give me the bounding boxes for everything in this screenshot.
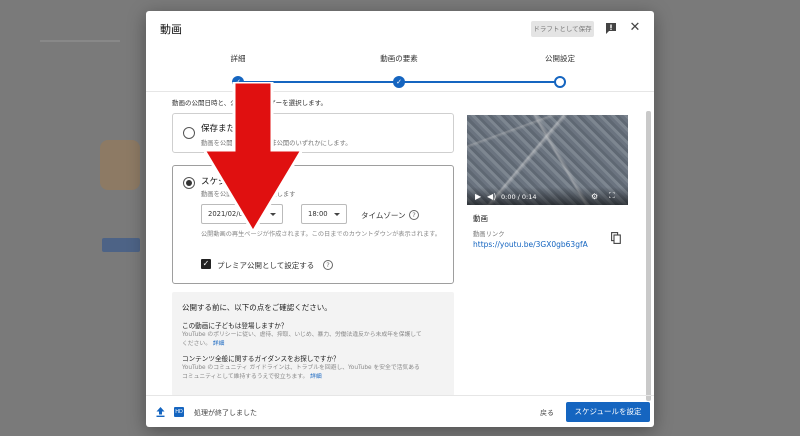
dialog-title: 動画: [160, 23, 182, 36]
timezone-label[interactable]: タイムゾーン: [361, 210, 405, 221]
fullscreen-icon[interactable]: ⛶: [609, 191, 615, 201]
background-divider: [40, 40, 120, 42]
checklist-answer-children: YouTube のポリシーに従い、虐待、搾取、いじめ、暴力、労働法違反から未成年…: [182, 331, 422, 349]
playback-time: 0:00 / 0:14: [501, 193, 537, 201]
timezone-help-icon[interactable]: ?: [409, 210, 419, 220]
premiere-label[interactable]: プレミア公開として設定する: [217, 260, 314, 271]
close-icon[interactable]: ✕: [628, 21, 642, 35]
back-button[interactable]: 戻る: [540, 408, 554, 418]
hd-badge: HD: [174, 407, 184, 417]
guidelines-text: YouTube のコミュニティ ガイドラインは、トラブルを回避し、YouTube…: [182, 365, 420, 380]
save-draft-button[interactable]: ドラフトとして保存: [531, 21, 594, 37]
step-elements-label[interactable]: 動画の要素: [380, 53, 418, 64]
checklist-title: 公開する前に、以下の点をご確認ください。: [182, 303, 332, 312]
dialog-header: 動画 ドラフトとして保存 ✕: [146, 11, 654, 47]
volume-icon[interactable]: ◀): [487, 192, 496, 201]
step-visibility-dot[interactable]: [554, 76, 566, 88]
time-caret-icon: [334, 213, 340, 216]
schedule-button[interactable]: スケジュールを設定: [566, 402, 650, 422]
save-radio[interactable]: [183, 127, 195, 139]
time-dropdown[interactable]: 18:00: [301, 204, 347, 224]
play-icon[interactable]: ▶: [475, 192, 481, 201]
premiere-checkbox[interactable]: ✓: [201, 259, 211, 269]
dialog-footer: HD 処理が終了しました 戻る スケジュールを設定: [146, 395, 654, 427]
video-label: 動画: [473, 214, 488, 223]
background-button: [102, 238, 140, 252]
settings-gear-icon[interactable]: ⚙: [591, 192, 598, 201]
upload-icon: [156, 407, 165, 417]
checklist-question-guidance: コンテンツ全般に関するガイダンスをお探しですか？: [182, 355, 340, 363]
checklist-answer-guidance: YouTube のコミュニティ ガイドラインは、トラブルを回避し、YouTube…: [182, 364, 422, 382]
time-value: 18:00: [308, 210, 328, 218]
step-visibility-label[interactable]: 公開設定: [545, 53, 575, 64]
children-learn-more-link[interactable]: 詳細: [213, 341, 225, 347]
step-details-label[interactable]: 詳細: [231, 53, 246, 64]
red-down-arrow-icon: [204, 82, 302, 232]
background-thumbnail: [100, 140, 140, 190]
guidelines-learn-more-link[interactable]: 詳細: [310, 374, 322, 380]
copy-icon[interactable]: [611, 232, 621, 244]
dialog-scrollbar[interactable]: [646, 111, 651, 401]
premiere-help-icon[interactable]: ?: [323, 260, 333, 270]
video-link-label: 動画リンク: [473, 231, 505, 238]
feedback-icon[interactable]: [604, 21, 618, 35]
checklist-question-children: この動画に子どもは登場しますか？: [182, 322, 288, 330]
player-controls: ▶ ◀) 0:00 / 0:14 ⚙ ⛶: [467, 187, 628, 205]
video-preview[interactable]: ▶ ◀) 0:00 / 0:14 ⚙ ⛶: [467, 115, 628, 205]
processing-status: 処理が終了しました: [194, 409, 257, 417]
step-elements-check-icon[interactable]: ✓: [393, 76, 405, 88]
schedule-radio[interactable]: [183, 177, 195, 189]
pre-publish-checklist: 公開する前に、以下の点をご確認ください。 この動画に子どもは登場しますか？ Yo…: [172, 292, 454, 396]
video-link-url[interactable]: https://youtu.be/3GX0gb63gfA: [473, 240, 588, 249]
